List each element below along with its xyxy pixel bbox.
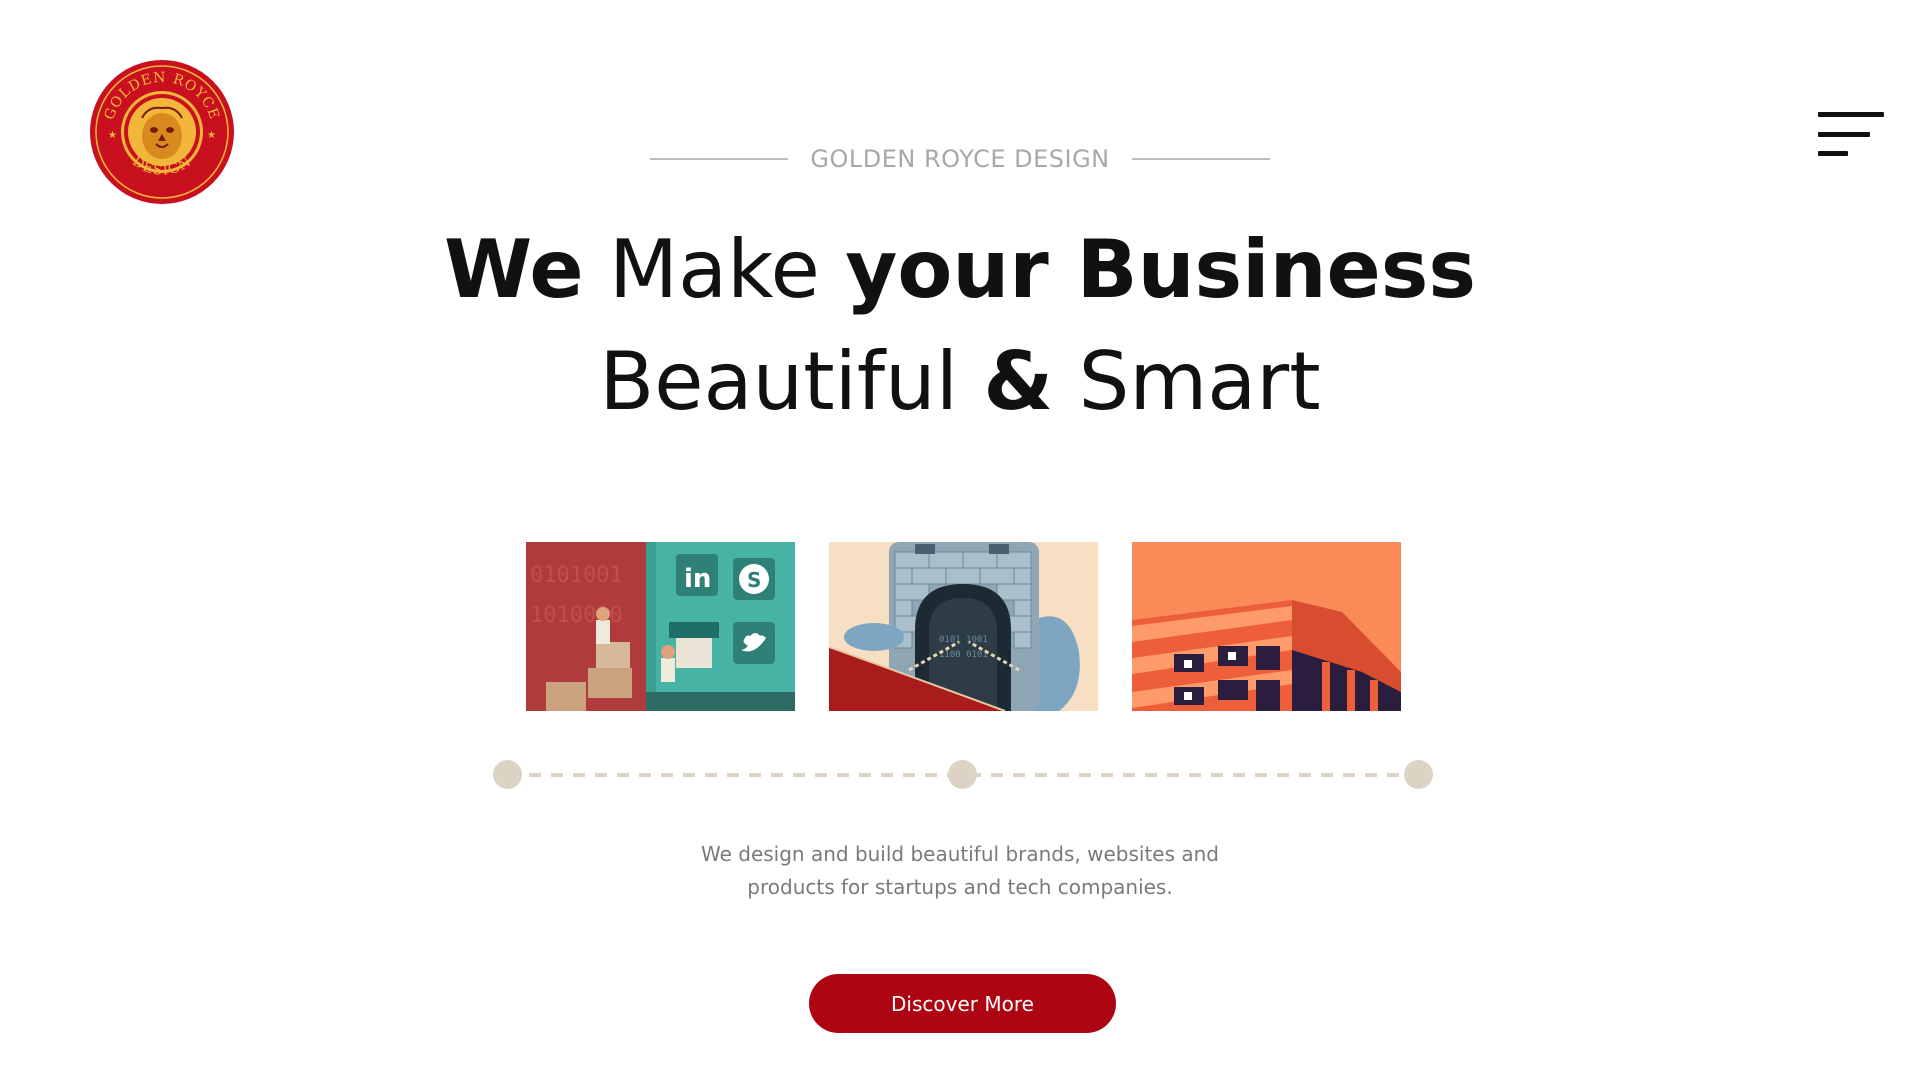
svg-text:0101001: 0101001 <box>530 563 623 588</box>
eyebrow-text: GOLDEN ROYCE DESIGN <box>810 145 1110 173</box>
headline-word: Make <box>583 223 846 316</box>
social-media-illustration[interactable]: 0101001 1010010 in S <box>526 542 795 711</box>
brand-logo[interactable]: GOLDEN ROYCE DESIGN ★ ★ <box>88 58 236 206</box>
timeline-dot-2[interactable] <box>948 760 977 789</box>
skype-icon: S <box>733 558 775 600</box>
security-phone-illustration[interactable]: 0101 1001 1100 0101 <box>829 542 1098 711</box>
headline-word: & <box>983 335 1054 428</box>
timeline-dot-3[interactable] <box>1404 760 1433 789</box>
menu-line <box>1818 132 1870 137</box>
svg-text:★: ★ <box>108 130 117 141</box>
menu-line <box>1818 112 1884 117</box>
lion-seal-logo: GOLDEN ROYCE DESIGN ★ ★ <box>90 60 234 204</box>
architecture-illustration[interactable] <box>1132 542 1401 711</box>
discover-more-button[interactable]: Discover More <box>809 974 1116 1033</box>
svg-text:★: ★ <box>207 130 216 141</box>
headline-word: your Business <box>845 223 1477 316</box>
eyebrow-rule-left <box>650 158 789 160</box>
twitter-icon <box>733 622 775 664</box>
timeline-dot-1[interactable] <box>493 760 522 789</box>
description-line-2: products for startups and tech companies… <box>747 875 1173 899</box>
eyebrow: GOLDEN ROYCE DESIGN <box>0 145 1920 173</box>
headline-word: Smart <box>1053 335 1321 428</box>
svg-text:0101 1001: 0101 1001 <box>939 635 988 645</box>
description-line-1: We design and build beautiful brands, we… <box>700 842 1220 866</box>
eyebrow-rule-right <box>1131 158 1270 160</box>
landing-page: GOLDEN ROYCE DESIGN ★ ★ GOLDEN ROYCE DES… <box>0 0 1920 1080</box>
headline-word: We <box>443 223 584 316</box>
svg-text:in: in <box>684 564 711 594</box>
headline-word: Beautiful <box>599 335 984 428</box>
linkedin-icon: in <box>676 554 718 596</box>
slider-timeline <box>493 760 1433 790</box>
headline-line-1: We Make your Business <box>0 230 1920 310</box>
svg-text:S: S <box>747 568 761 592</box>
svg-text:1100 0101: 1100 0101 <box>939 650 988 660</box>
headline-line-2: Beautiful & Smart <box>0 342 1920 422</box>
hero-description: We design and build beautiful brands, we… <box>0 838 1920 904</box>
